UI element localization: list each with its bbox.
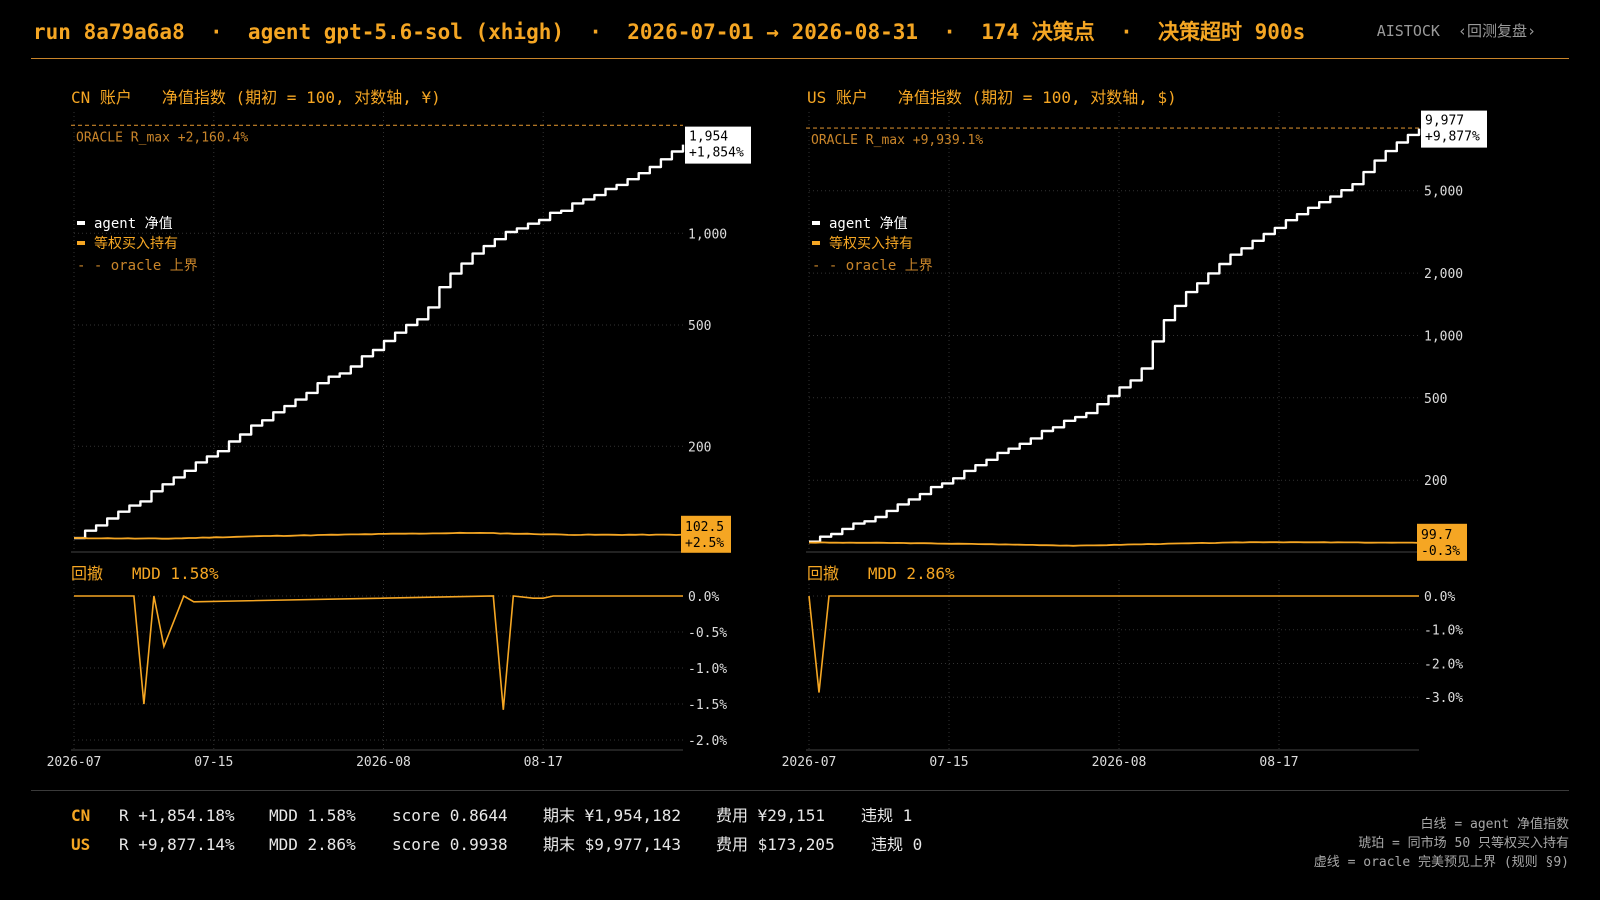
legend-bh-label: 等权买入持有: [94, 235, 178, 252]
oracle-label: ORACLE R_max +2,160.4%: [76, 130, 248, 145]
footer-end-cn: 期末 ¥1,954,182: [543, 806, 681, 825]
dd-y-tick-label: -2.0%: [1424, 657, 1463, 672]
footer-mdd-cn: MDD 1.58%: [269, 806, 356, 825]
y-tick-label: 200: [688, 440, 711, 455]
buy-hold-line: [808, 541, 1420, 547]
y-tick-label: 1,000: [688, 227, 727, 242]
y-tick-label: 1,000: [1424, 329, 1463, 344]
agent-end-value: 1,954: [689, 130, 728, 145]
footer-row-us: US R +9,877.14% MDD 2.86% score 0.9938 期末 $9…: [71, 831, 922, 855]
oracle-label: ORACLE R_max +9,939.1%: [811, 133, 983, 148]
footer-return-cn: R +1,854.18%: [119, 806, 235, 825]
note-dashed-line: 虚线 = oracle 完美预见上界 (规则 §9): [1313, 855, 1569, 870]
y-tick-label: 5,000: [1424, 185, 1463, 200]
footer-mdd-us: MDD 2.86%: [269, 835, 356, 854]
x-tick-label: 2026-07: [47, 755, 102, 770]
dd-y-tick-label: -1.0%: [1424, 624, 1463, 639]
legend-agent-label: agent 净值: [829, 216, 908, 232]
agent-end-pct: +9,877%: [1425, 130, 1480, 145]
note-white-line: 白线 = agent 净值指数: [1420, 817, 1569, 832]
footer-end-us: 期末 $9,977,143: [543, 835, 681, 854]
bh-end-value: 102.5: [685, 520, 724, 535]
y-tick-label: 200: [1424, 474, 1447, 489]
charts-canvas: 2026-07 07-15 2026-08 08-17 200 500 1,000 ORACL…: [47, 110, 1487, 770]
x-tick-label: 2026-08: [1092, 755, 1147, 770]
x-tick-label: 2026-08: [356, 755, 411, 770]
x-tick-label: 07-15: [194, 755, 233, 770]
y-tick-label: 500: [688, 319, 711, 334]
dd-y-tick-label: 0.0%: [1424, 590, 1455, 605]
footer-violations-cn: 违规 1: [861, 806, 913, 825]
legend-bh-label: 等权买入持有: [829, 235, 913, 252]
legend-bh-swatch: [77, 241, 85, 245]
note-amber-line: 琥珀 = 同市场 50 只等权买入持有: [1358, 836, 1569, 851]
agent-end-value: 9,977: [1425, 114, 1464, 129]
y-tick-label: 2,000: [1424, 267, 1463, 282]
footer-notes: 白线 = agent 净值指数 琥珀 = 同市场 50 只等权买入持有 虚线 =…: [1314, 815, 1569, 872]
footer-score-cn: score 0.8644: [392, 806, 508, 825]
drawdown-line: [808, 595, 1419, 693]
bh-end-pct: -0.3%: [1421, 544, 1460, 559]
dd-y-tick-label: -2.0%: [688, 734, 727, 749]
buy-hold-line: [73, 531, 684, 540]
footer-row-cn: CN R +1,854.18% MDD 1.58% score 0.8644 期末 ¥1…: [71, 802, 912, 826]
x-tick-label: 2026-07: [782, 755, 837, 770]
x-tick-label: 08-17: [1259, 755, 1298, 770]
footer-return-us: R +9,877.14%: [119, 835, 235, 854]
legend-agent-swatch: [77, 221, 85, 225]
footer-violations-us: 违规 0: [871, 835, 923, 854]
footer-market-cn: CN: [71, 806, 91, 825]
drawdown-line: [74, 594, 683, 710]
dd-y-tick-label: -1.5%: [688, 698, 727, 713]
dd-y-tick-label: -1.0%: [688, 662, 727, 677]
footer-fee-cn: 费用 ¥29,151: [716, 806, 826, 825]
x-tick-label: 08-17: [524, 755, 563, 770]
legend-bh-swatch: [812, 241, 820, 245]
legend-oracle-label: - - oracle 上界: [812, 258, 933, 274]
dd-y-tick-label: 0.0%: [688, 590, 719, 605]
bh-end-value: 99.7: [1421, 528, 1452, 543]
legend-agent-swatch: [812, 221, 820, 225]
dd-y-tick-label: -0.5%: [688, 626, 727, 641]
y-tick-label: 500: [1424, 392, 1447, 407]
footer-score-us: score 0.9938: [392, 835, 508, 854]
dd-y-tick-label: -3.0%: [1424, 691, 1463, 706]
footer-divider: [31, 790, 1569, 791]
legend-agent-label: agent 净值: [94, 216, 173, 232]
legend-oracle-label: - - oracle 上界: [77, 258, 198, 274]
footer-fee-us: 费用 $173,205: [716, 835, 835, 854]
agent-end-pct: +1,854%: [689, 146, 744, 161]
bh-end-pct: +2.5%: [685, 536, 724, 551]
x-tick-label: 07-15: [929, 755, 968, 770]
footer-market-us: US: [71, 835, 91, 854]
agent-nav-line: [74, 144, 685, 540]
